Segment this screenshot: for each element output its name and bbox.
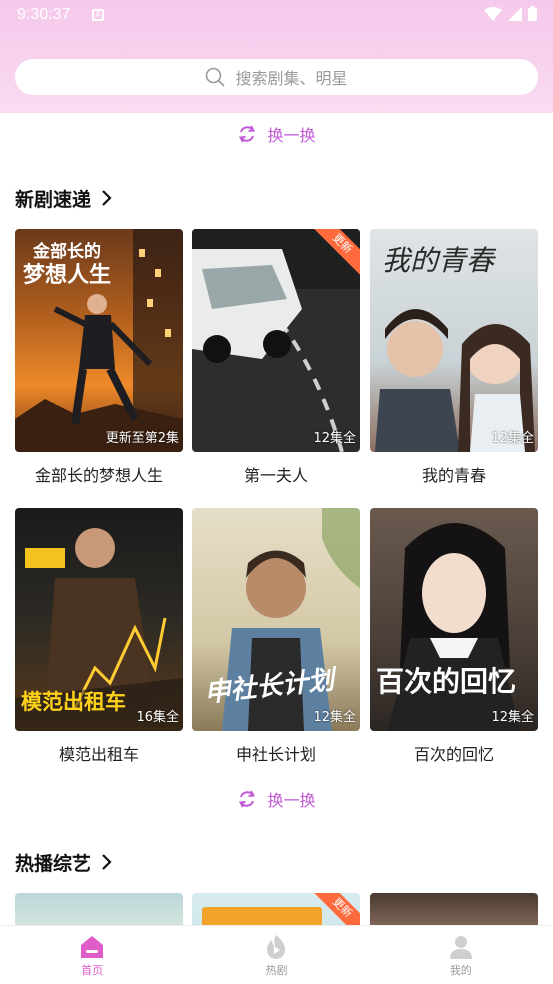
variety-poster-art xyxy=(202,907,322,927)
episode-badge: 12集全 xyxy=(313,431,356,446)
poster-art xyxy=(192,229,360,452)
drama-poster: 申社长计划 12集全 xyxy=(192,508,360,731)
battery-icon xyxy=(528,6,537,21)
home-icon xyxy=(81,936,104,958)
drama-card[interactable]: 百次的回忆 12集全 百次的回忆 xyxy=(370,508,538,765)
tab-label: 我的 xyxy=(449,964,472,977)
signal-icon xyxy=(508,6,522,21)
bottom-tab-bar: 首页 热剧 我的 xyxy=(0,925,553,984)
header: 9:30:37 A 搜索剧集、明星 xyxy=(0,0,553,113)
drama-card[interactable]: 申社长计划 12集全 申社长计划 xyxy=(192,508,360,765)
search-bar[interactable]: 搜索剧集、明星 xyxy=(15,59,538,95)
drama-card[interactable]: 模范出租车 16集全 模范出租车 xyxy=(15,508,183,765)
wifi-icon xyxy=(484,6,502,21)
section-title-variety[interactable]: 热播综艺 xyxy=(15,847,113,877)
status-time: 9:30:37 xyxy=(17,6,71,23)
drama-card[interactable]: 金部长的 梦想人生 更新至第2集 金部长的梦想人生 xyxy=(15,229,183,486)
tab-label: 首页 xyxy=(81,964,104,977)
fire-play-icon xyxy=(267,935,286,959)
episode-badge: 更新至第2集 xyxy=(105,431,179,446)
section-title-new-dramas[interactable]: 新剧速递 xyxy=(15,183,113,213)
user-icon xyxy=(449,936,472,959)
refresh-button[interactable]: 换一换 xyxy=(0,784,553,814)
drama-title: 金部长的梦想人生 xyxy=(34,466,163,485)
drama-poster: 金部长的 梦想人生 更新至第2集 xyxy=(15,229,183,452)
drama-title: 第一夫人 xyxy=(243,466,308,485)
drama-title: 模范出租车 xyxy=(58,745,139,764)
episode-badge: 16集全 xyxy=(136,710,179,725)
episode-badge: 12集全 xyxy=(491,710,534,725)
tab-hot-dramas[interactable]: 热剧 xyxy=(184,926,368,984)
search-icon xyxy=(206,67,226,87)
refresh-icon xyxy=(239,790,256,808)
drama-title: 我的青春 xyxy=(421,466,486,485)
drama-poster: 模范出租车 16集全 xyxy=(15,508,183,731)
poster-title: 百次的回忆 xyxy=(376,665,517,698)
chevron-right-icon xyxy=(102,190,112,206)
status-icons xyxy=(484,6,537,21)
poster-title-line2: 梦想人生 xyxy=(23,263,112,288)
chevron-right-icon xyxy=(102,854,112,870)
drama-poster: 百次的回忆 12集全 xyxy=(370,508,538,731)
section-title-text: 热播综艺 xyxy=(15,852,92,875)
refresh-label: 换一换 xyxy=(267,791,316,810)
episode-badge: 12集全 xyxy=(491,431,534,446)
drama-poster: 更新 12集全 xyxy=(192,229,360,452)
tab-home[interactable]: 首页 xyxy=(0,926,184,984)
drama-poster: 我的青春 12集全 xyxy=(370,229,538,452)
tab-label: 热剧 xyxy=(265,964,288,977)
refresh-label: 换一换 xyxy=(267,126,316,145)
drama-title: 百次的回忆 xyxy=(413,745,494,764)
tab-mine[interactable]: 我的 xyxy=(369,926,553,984)
refresh-icon xyxy=(239,125,256,143)
status-bar: 9:30:37 A xyxy=(0,0,553,32)
poster-title: 我的青春 xyxy=(382,244,495,277)
poster-title-line1: 金部长的 xyxy=(33,242,101,262)
drama-card[interactable]: 更新 12集全 第一夫人 xyxy=(192,229,360,486)
poster-title: 模范出租车 xyxy=(21,690,126,714)
section-title-text: 新剧速递 xyxy=(15,188,92,211)
episode-badge: 12集全 xyxy=(313,710,356,725)
search-input[interactable]: 搜索剧集、明星 xyxy=(235,65,347,89)
notification-icon: A xyxy=(92,9,104,21)
refresh-button[interactable]: 换一换 xyxy=(0,119,553,149)
drama-title: 申社长计划 xyxy=(235,745,316,764)
drama-card[interactable]: 我的青春 12集全 我的青春 xyxy=(370,229,538,486)
